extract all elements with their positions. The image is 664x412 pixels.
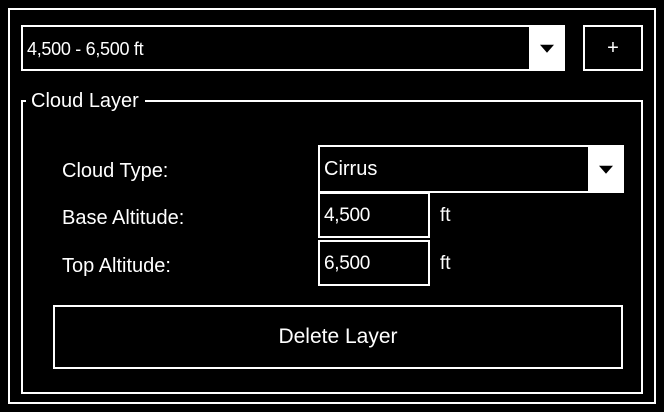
cloud-type-label: Cloud Type: <box>62 160 169 182</box>
delete-layer-button-label: Delete Layer <box>278 325 398 348</box>
layer-select-dropdown[interactable]: 4,500 - 6,500 ft <box>21 25 565 71</box>
cloud-layer-group-title: Cloud Layer <box>26 88 145 114</box>
base-altitude-value: 4,500 <box>324 205 371 226</box>
base-altitude-label: Base Altitude: <box>62 207 185 229</box>
chevron-down-icon <box>540 44 554 53</box>
base-altitude-unit: ft <box>440 205 451 226</box>
cloud-type-value: Cirrus <box>324 158 378 180</box>
top-altitude-value: 6,500 <box>324 253 371 274</box>
top-altitude-input[interactable]: 6,500 <box>318 240 430 286</box>
delete-layer-button[interactable]: Delete Layer <box>53 305 623 369</box>
plus-icon: + <box>607 37 619 59</box>
cloud-type-dropdown[interactable]: Cirrus <box>318 145 624 193</box>
top-altitude-label: Top Altitude: <box>62 255 171 277</box>
layer-select-arrow-button[interactable] <box>529 25 565 71</box>
chevron-down-icon <box>599 165 613 174</box>
cloud-type-arrow-button[interactable] <box>588 145 624 193</box>
add-layer-button[interactable]: + <box>583 25 643 71</box>
layer-select-value: 4,500 - 6,500 ft <box>27 39 144 59</box>
base-altitude-input[interactable]: 4,500 <box>318 192 430 238</box>
top-altitude-unit: ft <box>440 253 451 274</box>
